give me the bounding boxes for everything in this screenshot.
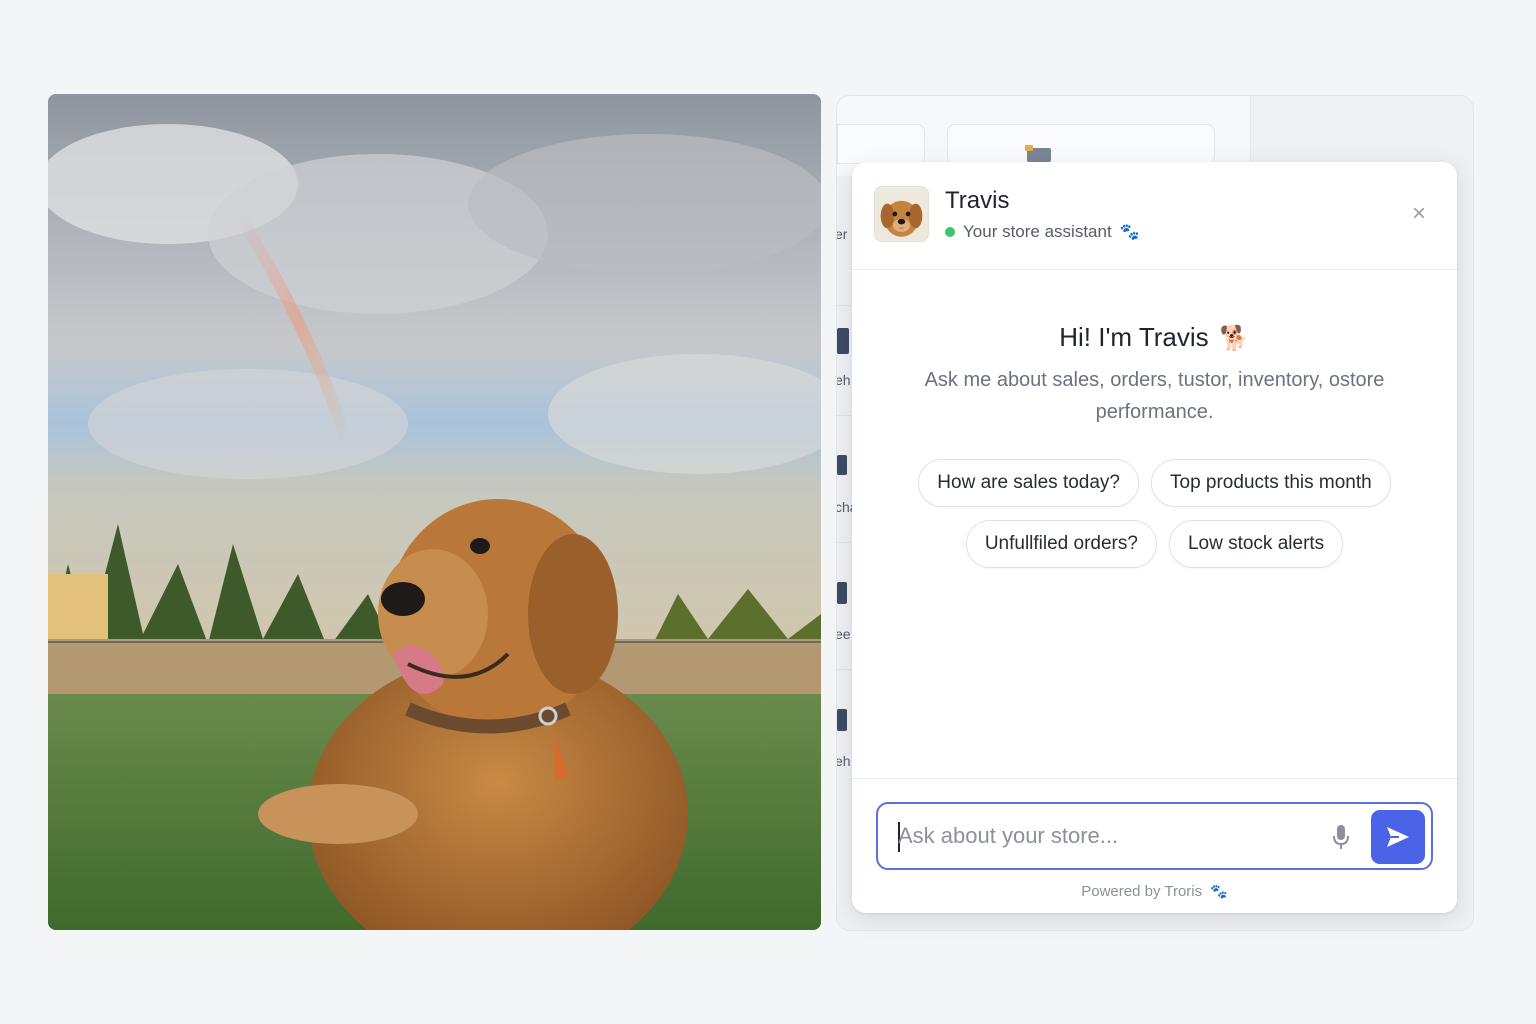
close-button[interactable]: × (1407, 202, 1431, 226)
composer-area: Powered by Troris 🐾 (852, 778, 1457, 913)
agent-avatar (874, 186, 929, 242)
background-sidebar-label: ee (836, 626, 851, 642)
background-sidebar-label: eh (836, 753, 851, 769)
suggestion-row: How are sales today? Top products this m… (852, 459, 1457, 507)
calendar-icon (1025, 145, 1051, 162)
background-sidebar-label: eh (836, 372, 851, 388)
message-composer (876, 802, 1433, 870)
online-status-icon (945, 227, 955, 237)
agent-status: Your store assistant 🐾 (945, 222, 1140, 242)
background-top-tile (947, 124, 1215, 164)
paw-icon: 🐾 (1119, 224, 1140, 241)
dog-photo (48, 94, 821, 930)
chat-widget: Travis Your store assistant 🐾 × Hi! I'm … (852, 162, 1457, 913)
greeting-subtitle: Ask me about sales, orders, tustor, inve… (924, 369, 1385, 423)
clipboard-icon (837, 709, 847, 731)
dog-avatar-icon (875, 187, 928, 241)
background-sidebar-label: er (836, 226, 848, 242)
greeting-text: Hi! I'm Travis (1059, 322, 1209, 352)
document-icon (837, 328, 849, 354)
suggestion-unfulfilled-orders[interactable]: Unfullfiled orders? (965, 520, 1157, 568)
powered-by-footer: Powered by Troris 🐾 (852, 883, 1457, 900)
greeting-heading: Hi! I'm Travis 🐕 (852, 322, 1457, 353)
microphone-icon (1333, 825, 1349, 849)
dog-emoji-icon: 🐕 (1219, 325, 1250, 352)
suggestion-top-products[interactable]: Top products this month (1151, 459, 1391, 507)
agent-status-text: Your store assistant (963, 222, 1112, 241)
suggestion-row: Unfullfiled orders? Low stock alerts (852, 520, 1457, 568)
send-icon (1387, 827, 1409, 847)
send-button[interactable] (1371, 810, 1425, 864)
suggestion-chips: How are sales today? Top products this m… (852, 459, 1457, 581)
paw-icon: 🐾 (1210, 883, 1228, 899)
microphone-button[interactable] (1330, 822, 1352, 852)
wrench-icon (837, 455, 847, 475)
suggestion-low-stock[interactable]: Low stock alerts (1168, 520, 1344, 568)
background-top-left-tile (837, 124, 925, 164)
chat-header: Travis Your store assistant 🐾 × (852, 162, 1457, 270)
powered-by-text: Powered by Troris (1081, 883, 1203, 900)
suggestion-sales-today[interactable]: How are sales today? (918, 459, 1139, 507)
agent-name: Travis (945, 187, 1010, 214)
message-input[interactable] (898, 804, 1318, 868)
dog-photo-illustration (48, 94, 821, 930)
clipboard-icon (837, 582, 847, 604)
